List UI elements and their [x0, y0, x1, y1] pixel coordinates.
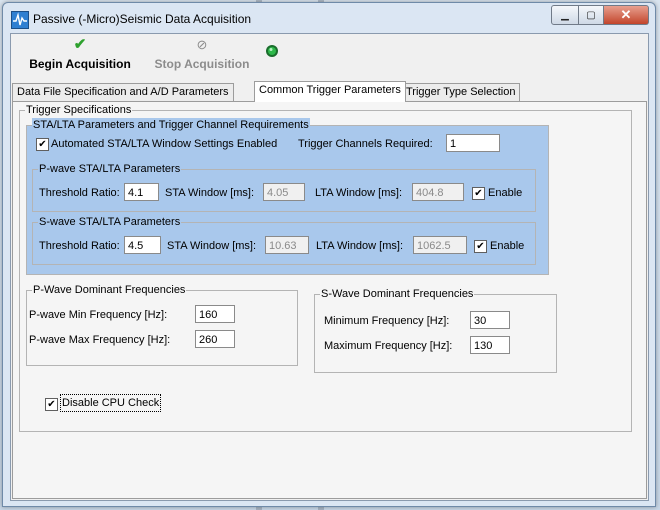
checkmark-icon: ✔ [73, 36, 87, 53]
begin-acquisition-label: Begin Acquisition [29, 57, 131, 71]
disable-cpu-check-checkbox[interactable]: ✔ [45, 398, 58, 411]
trigger-specifications-group: Trigger Specifications STA/LTA Parameter… [19, 103, 632, 432]
s-enable-checkbox[interactable]: ✔ [474, 240, 487, 253]
automated-window-checkbox[interactable]: ✔ [36, 138, 49, 151]
p-min-frequency-field[interactable]: 160 [195, 305, 235, 323]
s-max-frequency-label: Maximum Frequency [Hz]: [324, 340, 453, 352]
sta-lta-group: STA/LTA Parameters and Trigger Channel R… [26, 118, 549, 275]
p-sta-window-field[interactable]: 4.05 [263, 183, 305, 201]
p-max-frequency-field[interactable]: 260 [195, 330, 235, 348]
p-threshold-field[interactable]: 4.1 [124, 183, 159, 201]
s-threshold-label: Threshold Ratio: [39, 240, 120, 252]
toolbar: ✔ Begin Acquisition ⊘ Stop Acquisition [11, 34, 648, 79]
p-lta-window-label: LTA Window [ms]: [315, 187, 403, 199]
tab-data-file-specification[interactable]: Data File Specification and A/D Paramete… [12, 83, 234, 101]
pwave-sta-lta-legend: P-wave STA/LTA Parameters [38, 162, 182, 176]
minimize-button[interactable]: ▁ [551, 5, 579, 25]
pwave-dominant-frequencies-group: P-Wave Dominant Frequencies P-wave Min F… [26, 283, 298, 366]
client-area: ✔ Begin Acquisition ⊘ Stop Acquisition D… [10, 33, 649, 501]
s-threshold-field[interactable]: 4.5 [124, 236, 161, 254]
s-enable-label: Enable [490, 240, 525, 252]
p-max-frequency-label: P-wave Max Frequency [Hz]: [29, 334, 171, 346]
swave-dominant-frequencies-group: S-Wave Dominant Frequencies Minimum Freq… [314, 287, 557, 373]
automated-window-label: Automated STA/LTA Window Settings Enable… [51, 138, 278, 150]
maximize-button[interactable]: ▢ [579, 5, 604, 25]
s-lta-window-label: LTA Window [ms]: [316, 240, 404, 252]
s-min-frequency-field[interactable]: 30 [470, 311, 510, 329]
swave-sta-lta-group: S-wave STA/LTA Parameters Threshold Rati… [32, 215, 536, 265]
s-sta-window-label: STA Window [ms]: [167, 240, 257, 252]
p-threshold-label: Threshold Ratio: [39, 187, 120, 199]
led-icon [265, 44, 279, 58]
trigger-channels-field[interactable]: 1 [446, 134, 500, 152]
tab-common-trigger-parameters[interactable]: Common Trigger Parameters [254, 81, 406, 102]
s-lta-window-field[interactable]: 1062.5 [413, 236, 467, 254]
app-waveform-icon [11, 11, 29, 29]
pwave-sta-lta-group: P-wave STA/LTA Parameters Threshold Rati… [32, 162, 536, 212]
p-min-frequency-label: P-wave Min Frequency [Hz]: [29, 309, 168, 321]
stop-acquisition-label: Stop Acquisition [154, 57, 250, 71]
swave-dominant-legend: S-Wave Dominant Frequencies [320, 287, 475, 301]
app-window: Passive (-Micro)Seismic Data Acquisition… [2, 2, 656, 507]
window-controls: ▁ ▢ ✕ [551, 5, 649, 25]
stop-icon: ⊘ [196, 37, 208, 52]
title-bar[interactable]: Passive (-Micro)Seismic Data Acquisition… [3, 3, 655, 33]
sta-lta-legend: STA/LTA Parameters and Trigger Channel R… [32, 118, 310, 132]
s-max-frequency-field[interactable]: 130 [470, 336, 510, 354]
disable-cpu-check-label: Disable CPU Check [59, 394, 162, 412]
window-title: Passive (-Micro)Seismic Data Acquisition [33, 12, 252, 26]
swave-sta-lta-legend: S-wave STA/LTA Parameters [38, 215, 182, 229]
s-min-frequency-label: Minimum Frequency [Hz]: [324, 315, 450, 327]
p-enable-checkbox[interactable]: ✔ [472, 187, 485, 200]
pwave-dominant-legend: P-Wave Dominant Frequencies [32, 283, 187, 297]
p-enable-label: Enable [488, 187, 523, 199]
p-lta-window-field[interactable]: 404.8 [412, 183, 464, 201]
common-trigger-panel: Trigger Specifications STA/LTA Parameter… [12, 101, 647, 499]
tab-strip: Data File Specification and A/D Paramete… [11, 81, 648, 102]
stop-acquisition-button[interactable]: ⊘ Stop Acquisition [147, 36, 257, 71]
trigger-specifications-legend: Trigger Specifications [25, 103, 133, 117]
tab-trigger-type-selection[interactable]: Trigger Type Selection [401, 83, 521, 101]
close-button[interactable]: ✕ [604, 5, 649, 25]
p-sta-window-label: STA Window [ms]: [165, 187, 255, 199]
trigger-channels-label: Trigger Channels Required: [298, 138, 433, 150]
s-sta-window-field[interactable]: 10.63 [265, 236, 309, 254]
begin-acquisition-button[interactable]: ✔ Begin Acquisition [16, 36, 144, 71]
